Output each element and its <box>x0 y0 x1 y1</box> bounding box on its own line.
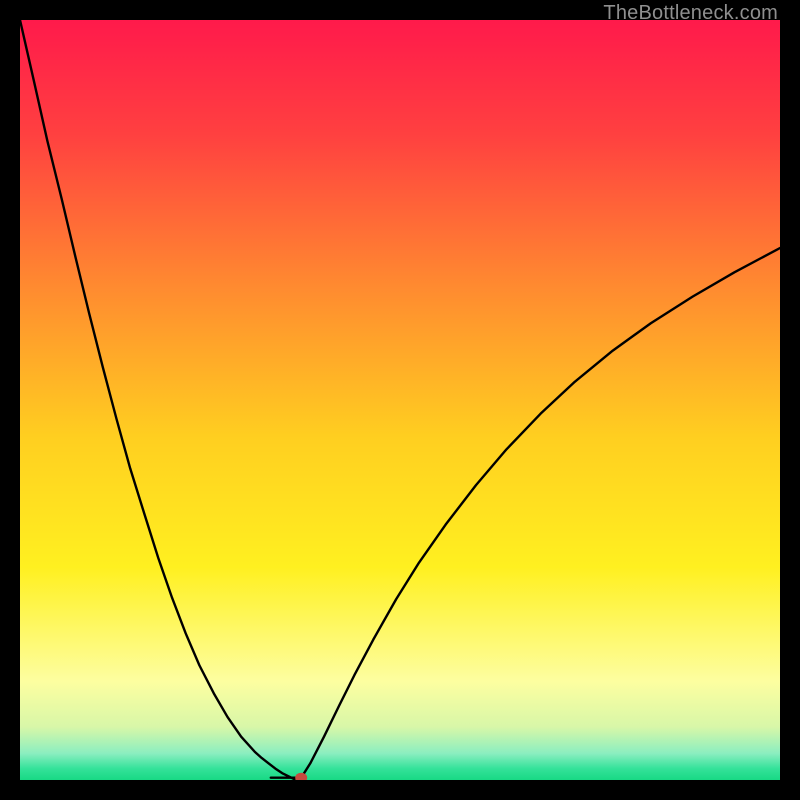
bottleneck-chart <box>20 20 780 780</box>
watermark-text: TheBottleneck.com <box>603 2 778 25</box>
gradient-background <box>20 20 780 780</box>
chart-frame <box>20 20 780 780</box>
